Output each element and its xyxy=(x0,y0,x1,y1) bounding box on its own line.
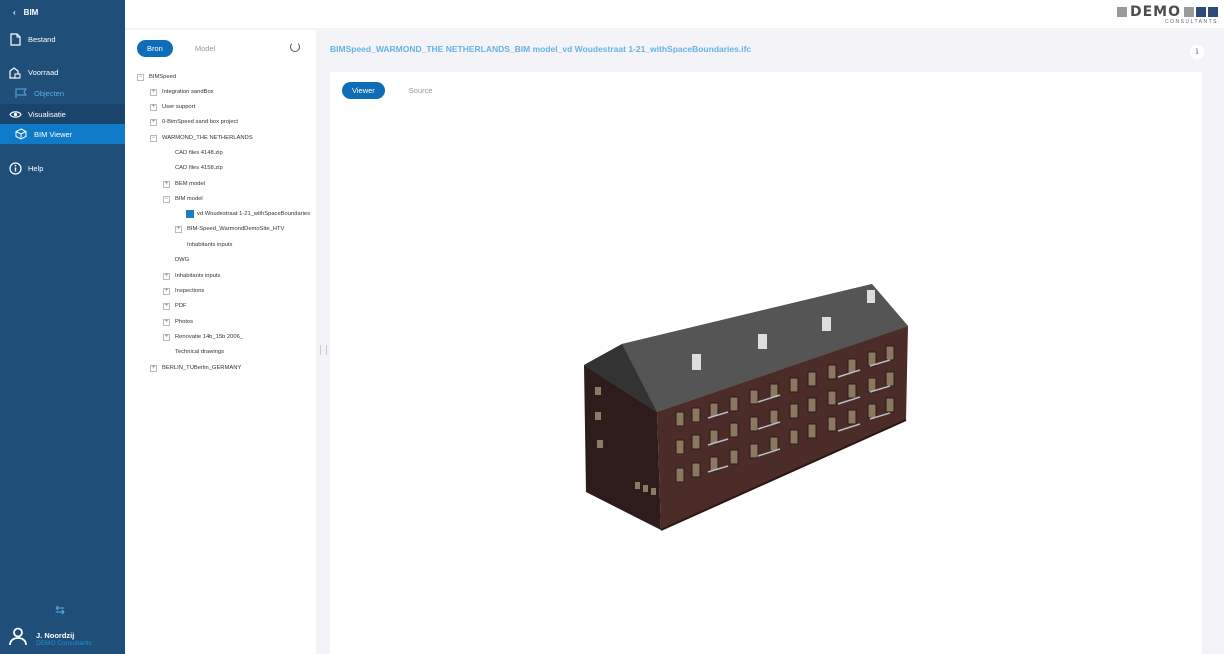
expand-icon[interactable]: + xyxy=(163,302,170,310)
tree-node[interactable]: + BIM-Speed_WarmondDemoSite_HTV xyxy=(175,222,284,236)
cube-icon xyxy=(14,127,28,141)
tree-node-label: BIM-Speed_WarmondDemoSite_HTV xyxy=(187,226,285,232)
tree-node[interactable]: + Renovatie 14b_15b 2006_ xyxy=(163,330,243,344)
expand-icon[interactable]: + xyxy=(163,272,170,280)
tree-node[interactable]: + BERLIN_TUBerlin_GERMANY xyxy=(150,361,241,375)
tree-node-label: Renovatie 14b_15b 2006_ xyxy=(175,334,244,340)
tree-node[interactable]: + BEM model xyxy=(163,177,205,191)
tree-node-label: DWG xyxy=(175,257,190,263)
tree-node-label: CAD files 4158.zip xyxy=(175,165,223,171)
tree-node[interactable]: DWG xyxy=(175,253,189,267)
bim-3d-model-canvas[interactable] xyxy=(580,282,920,532)
tree-node-label: BIM model xyxy=(175,196,203,202)
sidebar-item-bim-viewer[interactable]: BIM Viewer xyxy=(0,124,125,144)
tree-node[interactable]: CAD files 4158.zip xyxy=(175,161,223,175)
tree-node[interactable]: +0-BimSpeed sand box project xyxy=(150,115,238,129)
tab-model[interactable]: Model xyxy=(185,40,225,57)
company-logo: DEMO xyxy=(1116,4,1218,20)
tree-node-label: PDF xyxy=(175,303,187,309)
expand-icon[interactable]: + xyxy=(150,103,157,111)
tree-node-label: Inspections xyxy=(175,288,205,294)
logo-text: DEMO xyxy=(1129,4,1181,20)
tree-node-label: Inhabitants inputs xyxy=(175,273,221,279)
tree-node[interactable]: + Inspections xyxy=(163,284,204,298)
tree-node-label: BEM model xyxy=(175,181,205,187)
tree-node[interactable]: − WARMOND_THE NETHERLANDS xyxy=(150,131,253,145)
panel-resize-handle[interactable] xyxy=(320,345,327,355)
collapse-icon[interactable]: − xyxy=(163,195,170,203)
expand-icon[interactable]: + xyxy=(150,118,157,126)
tree-node-label: BIMSpeed xyxy=(149,74,177,80)
collapse-icon[interactable]: − xyxy=(150,134,157,142)
sidebar-item-bestand[interactable]: Bestand xyxy=(0,29,125,49)
tree-node[interactable]: Technical drawings xyxy=(175,345,224,359)
info-button[interactable]: i xyxy=(1190,45,1204,59)
tree-node-label: Inhabitants inputs xyxy=(187,242,233,248)
chevron-left-icon: ‹ xyxy=(13,8,16,17)
tree-node-label: BERLIN_TUBerlin_GERMANY xyxy=(162,365,242,371)
sidebar-item-label: Objecten xyxy=(34,88,65,98)
info-icon xyxy=(8,161,22,175)
viewer-tabs: Viewer Source xyxy=(342,82,443,99)
tree-node-label: CAD files 4148.zip xyxy=(175,150,223,156)
top-bar: DEMO CONSULTANTS xyxy=(125,0,1224,28)
tree-node-label: Integration sandBox xyxy=(162,89,214,95)
back-label: BIM xyxy=(23,8,39,17)
sidebar-item-label: Voorraad xyxy=(28,67,59,77)
tree-node[interactable]: + Photos xyxy=(163,315,193,329)
expand-icon[interactable]: + xyxy=(163,318,170,326)
sidebar-item-label: BIM Viewer xyxy=(34,129,73,139)
user-icon xyxy=(8,626,28,651)
user-organization: DEMO Consultants xyxy=(36,639,92,647)
tab-viewer[interactable]: Viewer xyxy=(342,82,385,99)
tab-bron[interactable]: Bron xyxy=(137,40,173,57)
sidebar-item-label: Help xyxy=(28,163,44,173)
tree-node[interactable]: + Inhabitants inputs xyxy=(163,269,220,283)
tree-node[interactable]: + Integration sandBox xyxy=(150,85,214,99)
source-tree-panel: Bron Model − BIMSpeed + Integration sandBo… xyxy=(125,30,316,654)
sidebar-item-label: Visualisatie xyxy=(28,109,66,119)
sidebar-item-voorraad[interactable]: Voorraad xyxy=(0,62,125,82)
tree-node[interactable]: Inhabitants inputs xyxy=(187,238,232,252)
tree-node-label: 0-BimSpeed sand box project xyxy=(162,119,239,125)
user-profile[interactable]: J. Noordzij DEMO Consultants xyxy=(8,626,92,651)
back-button[interactable]: ‹ BIM xyxy=(13,8,38,17)
selected-file-icon xyxy=(186,210,194,218)
tree-node[interactable]: + User support xyxy=(150,100,195,114)
expand-icon[interactable]: + xyxy=(150,88,157,96)
expand-icon[interactable]: + xyxy=(150,364,157,372)
tree-node[interactable]: − BIMSpeed xyxy=(137,70,176,84)
refresh-icon[interactable] xyxy=(290,42,300,52)
sidebar-item-label: Bestand xyxy=(28,34,56,44)
tree-node-label: User support xyxy=(162,104,196,110)
expand-icon[interactable]: + xyxy=(163,333,170,341)
sidebar: ‹ BIM Bestand Voorraad Objecten Visualis… xyxy=(0,0,125,654)
sidebar-item-visualisatie[interactable]: Visualisatie xyxy=(0,104,125,124)
tree-node-label: Technical drawings xyxy=(175,349,224,355)
tree-node-label: Photos xyxy=(175,319,194,325)
logo-subtitle: CONSULTANTS xyxy=(1165,19,1218,25)
tree-node[interactable]: − BIM model xyxy=(163,192,203,206)
viewer-card: Viewer Source xyxy=(330,72,1202,654)
sidebar-item-objecten[interactable]: Objecten xyxy=(0,83,125,103)
collapse-icon[interactable]: − xyxy=(137,73,144,81)
sidebar-item-help[interactable]: Help xyxy=(0,158,125,178)
tree-node-label: WARMOND_THE NETHERLANDS xyxy=(162,135,253,141)
tree-node-selected[interactable]: vd Woudestraat 1-21_withSpaceBoundaries xyxy=(186,207,310,221)
eye-icon xyxy=(8,107,22,121)
user-name: J. Noordzij xyxy=(36,630,75,640)
tree-node[interactable]: CAD files 4148.zip xyxy=(175,146,223,160)
swap-icon[interactable]: ⇆ xyxy=(55,603,65,617)
expand-icon[interactable]: + xyxy=(163,180,170,188)
flag-icon xyxy=(14,86,28,100)
tree-node[interactable]: + PDF xyxy=(163,299,187,313)
document-title: BIMSpeed_WARMOND_THE NETHERLANDS_BIM mod… xyxy=(330,44,752,54)
tab-source[interactable]: Source xyxy=(399,82,443,99)
panel-tabs: Bron Model xyxy=(137,40,225,57)
tree-node-label: vd Woudestraat 1-21_withSpaceBoundaries xyxy=(197,211,311,217)
file-icon xyxy=(8,32,22,46)
building-icon xyxy=(8,65,22,79)
expand-icon[interactable]: + xyxy=(175,225,182,233)
expand-icon[interactable]: + xyxy=(163,287,170,295)
